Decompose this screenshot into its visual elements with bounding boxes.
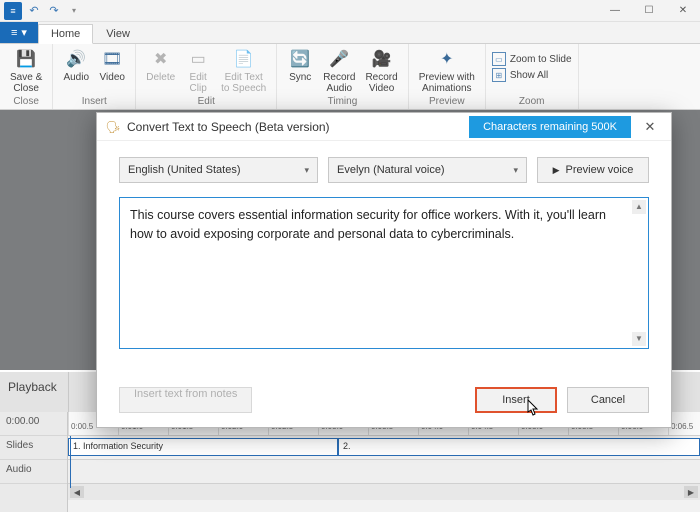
- tts-icon: 📄: [233, 48, 255, 70]
- save-and-close-button[interactable]: 💾 Save & Close: [6, 46, 46, 96]
- ribbon-group-preview: ✦ Preview with Animations Preview: [409, 44, 486, 109]
- scroll-left-icon[interactable]: ◀: [70, 486, 84, 498]
- window-controls: — ☐ ✕: [598, 0, 700, 22]
- mic-icon: 🎤: [328, 48, 350, 70]
- show-all-button[interactable]: ⊞Show All: [492, 68, 548, 82]
- app-menu-icon[interactable]: ≡: [4, 2, 22, 20]
- chevron-down-icon: ▾: [513, 165, 518, 176]
- minimize-button[interactable]: —: [598, 0, 632, 22]
- timeline-slides-track[interactable]: 1. Information Security 2.: [68, 436, 700, 460]
- edit-clip-button: ▭ Edit Clip: [181, 46, 215, 96]
- group-label-preview: Preview: [429, 96, 465, 109]
- tts-dialog-icon: 🗣: [105, 119, 121, 135]
- group-label-insert: Insert: [82, 96, 107, 109]
- language-select-value: English (United States): [128, 164, 241, 176]
- timeline-audio-track[interactable]: [68, 460, 700, 484]
- title-bar: ≡ ↶ ↷ ▾ — ☐ ✕: [0, 0, 700, 22]
- characters-remaining-badge: Characters remaining 500K: [469, 116, 631, 138]
- zoom-to-slide-icon: ▭: [492, 52, 506, 66]
- sync-icon: 🔄: [289, 48, 311, 70]
- voice-select-value: Evelyn (Natural voice): [337, 164, 445, 176]
- quick-access-toolbar: ≡ ↶ ↷ ▾: [0, 2, 82, 20]
- tts-text-input[interactable]: This course covers essential information…: [119, 197, 649, 349]
- timeline-h-scrollbar[interactable]: ◀ ▶: [68, 484, 700, 500]
- timeline-row-slides-label: Slides: [0, 436, 67, 460]
- close-window-button[interactable]: ✕: [666, 0, 700, 22]
- playback-label: Playback: [0, 372, 68, 412]
- audio-icon: 🔊: [65, 48, 87, 70]
- file-tab[interactable]: ≡▾: [0, 22, 38, 43]
- ribbon-group-insert: 🔊 Audio 🎞 Video Insert: [53, 44, 136, 109]
- preview-voice-label: Preview voice: [566, 164, 634, 176]
- save-icon: 💾: [15, 48, 37, 70]
- tts-text-value: This course covers essential information…: [130, 208, 606, 241]
- delete-button: ✖ Delete: [142, 46, 179, 96]
- edit-tts-button: 📄 Edit Text to Speech: [217, 46, 270, 96]
- group-label-zoom: Zoom: [519, 96, 545, 109]
- scroll-up-icon[interactable]: ▲: [632, 200, 646, 214]
- group-label-edit: Edit: [198, 96, 215, 109]
- ribbon-group-zoom: ▭Zoom to Slide ⊞Show All Zoom: [486, 44, 579, 109]
- language-select[interactable]: English (United States) ▾: [119, 157, 318, 183]
- ribbon: 💾 Save & Close Close 🔊 Audio 🎞 Video Ins…: [0, 44, 700, 110]
- ribbon-group-timing: 🔄 Sync 🎤 Record Audio 🎥 Record Video Tim…: [277, 44, 409, 109]
- convert-tts-dialog: 🗣 Convert Text to Speech (Beta version) …: [96, 112, 672, 428]
- qat-dropdown-icon[interactable]: ▾: [66, 3, 82, 19]
- maximize-button[interactable]: ☐: [632, 0, 666, 22]
- preview-animations-button[interactable]: ✦ Preview with Animations: [415, 46, 479, 96]
- ribbon-group-edit: ✖ Delete ▭ Edit Clip 📄 Edit Text to Spee…: [136, 44, 277, 109]
- insert-button[interactable]: Insert: [475, 387, 557, 413]
- show-all-icon: ⊞: [492, 68, 506, 82]
- slide-clip-2[interactable]: 2.: [338, 438, 700, 456]
- edit-clip-icon: ▭: [187, 48, 209, 70]
- scroll-down-icon[interactable]: ▼: [632, 332, 646, 346]
- record-audio-button[interactable]: 🎤 Record Audio: [319, 46, 359, 96]
- group-label-timing: Timing: [328, 96, 358, 109]
- tab-row: ≡▾ Home View: [0, 22, 700, 44]
- chevron-down-icon: ▾: [304, 165, 309, 176]
- video-icon: 🎞: [101, 48, 123, 70]
- preview-icon: ✦: [436, 48, 458, 70]
- tick: 0:06.5: [668, 412, 700, 435]
- textarea-scrollbar[interactable]: ▲ ▼: [632, 200, 646, 346]
- timeline-row-audio-label: Audio: [0, 460, 67, 484]
- camera-icon: 🎥: [371, 48, 393, 70]
- voice-select[interactable]: Evelyn (Natural voice) ▾: [328, 157, 527, 183]
- ribbon-group-close: 💾 Save & Close Close: [0, 44, 53, 109]
- audio-button[interactable]: 🔊 Audio: [59, 46, 93, 85]
- dialog-title: Convert Text to Speech (Beta version): [127, 120, 330, 134]
- tab-home[interactable]: Home: [38, 24, 93, 44]
- insert-text-from-notes-button: Insert text from notes: [119, 387, 252, 413]
- timeline-start-time: 0:00.00: [0, 412, 67, 436]
- play-icon: ▶: [553, 165, 560, 176]
- preview-voice-button[interactable]: ▶ Preview voice: [537, 157, 649, 183]
- undo-icon[interactable]: ↶: [26, 3, 42, 19]
- sync-button[interactable]: 🔄 Sync: [283, 46, 317, 96]
- dialog-close-button[interactable]: ✕: [637, 119, 663, 135]
- delete-icon: ✖: [150, 48, 172, 70]
- tab-view[interactable]: View: [93, 24, 143, 43]
- group-label-close: Close: [13, 96, 39, 109]
- cancel-button[interactable]: Cancel: [567, 387, 649, 413]
- zoom-to-slide-button[interactable]: ▭Zoom to Slide: [492, 52, 572, 66]
- dialog-titlebar: 🗣 Convert Text to Speech (Beta version) …: [97, 113, 671, 141]
- video-button[interactable]: 🎞 Video: [95, 46, 129, 85]
- timeline-row-labels: 0:00.00 Slides Audio: [0, 412, 68, 512]
- scroll-right-icon[interactable]: ▶: [684, 486, 698, 498]
- record-video-button[interactable]: 🎥 Record Video: [361, 46, 401, 96]
- redo-icon[interactable]: ↷: [46, 3, 62, 19]
- slide-clip-1[interactable]: 1. Information Security: [68, 438, 338, 456]
